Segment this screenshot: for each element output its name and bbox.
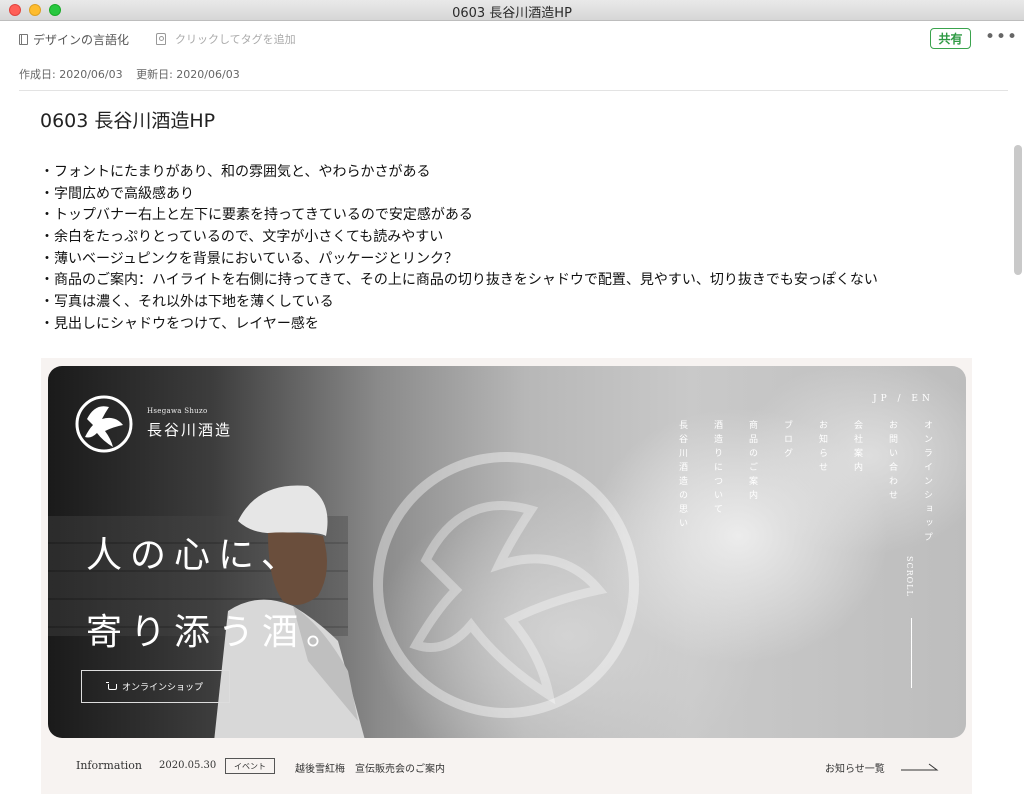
tag-icon [156,33,166,45]
list-item: ・字間広めで高級感あり [40,185,194,202]
note-title[interactable]: 0603 長谷川酒造HP [40,106,215,133]
list-item: ・薄いベージュピンクを背景においている、パッケージとリンク？ [40,250,459,267]
list-item: ・商品のご案内：ハイライトを右側に持ってきて、その上に商品の切り抜きをシャドウで… [40,272,878,289]
scroll-indicator-label: SCROLL [905,556,914,597]
nav-brewing[interactable]: 酒造りについて [711,420,723,518]
cart-icon [105,682,117,690]
nav-contact[interactable]: お問い合わせ [886,420,898,504]
tag-placeholder: クリックしてタグを追加 [175,33,296,46]
more-options-icon[interactable]: ••• [985,27,1018,47]
hero-copy-line-2: 寄り添う酒。 [86,612,351,653]
hero-copy-line-1: 人の心に、 [86,535,305,576]
information-bar: Information 2020.05.30 イベント 越後雪紅梅 宣伝販売会の… [41,738,972,794]
embedded-website-screenshot[interactable]: Hsegawa Shuzo 長谷川酒造 人の心に、 寄り添う酒。 オンラインショ… [41,358,972,794]
language-switcher[interactable]: JP / EN [873,394,934,404]
online-shop-button[interactable]: オンラインショップ [81,670,230,703]
note-dates: 作成日: 2020/06/03 更新日: 2020/06/03 [19,66,250,82]
note-bullet-list[interactable]: ・フォントにたまりがあり、和の雰囲気と、やわらかさがある ・字間広めで高級感あり… [40,162,878,336]
header-divider [19,90,1008,91]
brand-romaji: Hsegawa Shuzo [147,407,208,415]
tag-input[interactable]: クリックしてタグを追加 [156,31,296,47]
online-shop-label: オンラインショップ [121,683,203,693]
scroll-indicator-line [911,618,912,688]
information-category-badge: イベント [225,758,275,774]
information-label: Information [76,759,143,772]
brand-name[interactable]: 長谷川酒造 [147,419,232,440]
window-title: 0603 長谷川酒造HP [452,6,572,21]
nav-news[interactable]: お知らせ [816,420,828,476]
arrow-right-icon[interactable] [901,762,939,772]
nav-philosophy[interactable]: 長谷川酒造の思い [676,420,688,532]
hero-banner: Hsegawa Shuzo 長谷川酒造 人の心に、 寄り添う酒。 オンラインショ… [48,366,966,738]
nav-company[interactable]: 会社案内 [851,420,863,476]
scrollbar-thumb[interactable] [1014,145,1022,275]
list-item: ・見出しにシャドウをつけて、レイヤー感を [40,315,319,332]
list-item: ・余白をたっぷりとっているので、文字が小さくても読みやすい [40,229,444,246]
brand-logo-icon [75,395,133,453]
nav-online-shop[interactable]: オンラインショップ [921,420,933,546]
notebook-selector[interactable]: デザインの言語化 [19,31,129,48]
updated-date: 更新日: 2020/06/03 [136,68,240,81]
information-date: 2020.05.30 [159,760,217,771]
created-date: 作成日: 2020/06/03 [19,68,123,81]
logo-watermark-icon [373,452,639,718]
information-title-link[interactable]: 越後雪紅梅 宣伝販売会のご案内 [295,760,445,775]
list-item: ・写真は濃く、それ以外は下地を薄くしている [40,294,334,311]
list-item: ・トップバナー右上と左下に要素を持ってきているので安定感がある [40,207,473,224]
nav-products[interactable]: 商品のご案内 [746,420,758,504]
notebook-name: デザインの言語化 [33,33,130,47]
share-button[interactable]: 共有 [930,28,971,49]
news-list-link[interactable]: お知らせ一覧 [825,760,885,775]
list-item: ・フォントにたまりがあり、和の雰囲気と、やわらかさがある [40,164,431,180]
nav-blog[interactable]: ブログ [781,420,793,462]
notebook-icon [19,34,28,45]
window-titlebar: 0603 長谷川酒造HP [0,0,1024,21]
